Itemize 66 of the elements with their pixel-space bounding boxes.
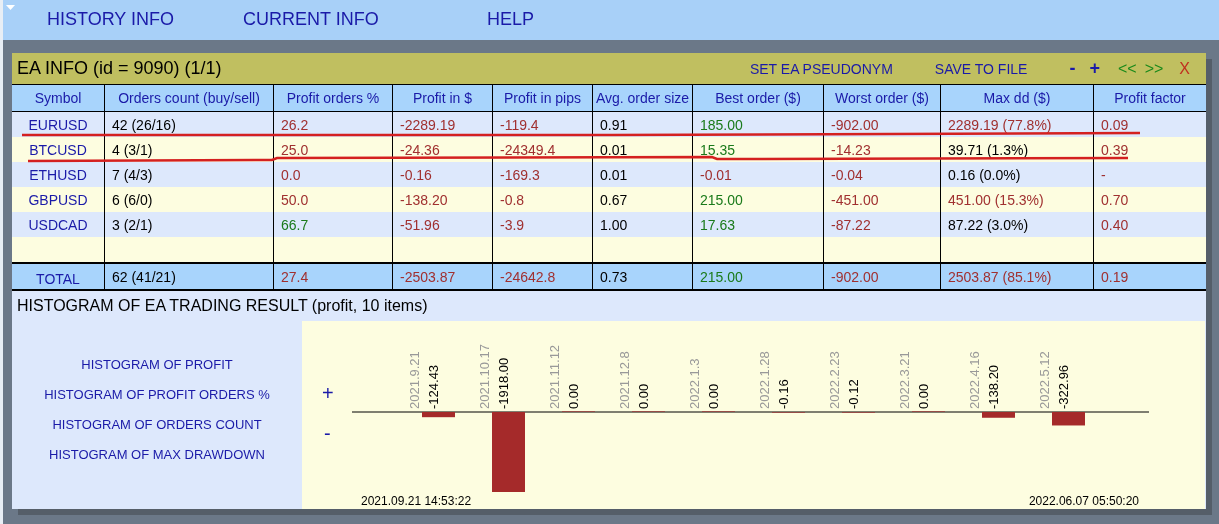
symbol-link[interactable]: ETHUSD: [12, 162, 104, 187]
symbol-link[interactable]: USDCAD: [12, 212, 104, 237]
date-label: 2022.4.16: [967, 351, 982, 409]
menu-item[interactable]: CURRENT INFO: [243, 9, 379, 30]
date-label: 2022.5.12: [1037, 351, 1052, 409]
triangle-icon[interactable]: [6, 5, 15, 10]
value-label: 0.00: [636, 383, 651, 409]
value-label: -0.12: [846, 379, 861, 409]
plus-sign: +: [322, 382, 334, 404]
zoom-button[interactable]: -: [1069, 58, 1076, 79]
column-header: Profit in $: [392, 85, 492, 111]
table-cell: 2503.87 (85.1%): [948, 268, 1052, 285]
date-label: 2022.2.23: [827, 351, 842, 409]
table-cell: -902.00: [831, 268, 879, 285]
symbol-link[interactable]: BTCUSD: [12, 137, 104, 162]
date-label: 2021.9.21: [407, 351, 422, 409]
value-label: 0.00: [706, 383, 721, 409]
value-label: -0.16: [776, 379, 791, 409]
column-header: Profit in pips: [492, 85, 592, 111]
column-header: Profit factor: [1093, 85, 1206, 111]
table-cell: 0.19: [1101, 268, 1129, 285]
histogram-link[interactable]: HISTOGRAM OF PROFIT ORDERS %: [44, 386, 270, 403]
date-label: 2021.12.8: [617, 351, 632, 409]
table-cell: 62 (41/21): [112, 268, 176, 285]
minus-sign: -: [324, 422, 331, 444]
start-time: 2021.09.21 14:53:22: [361, 494, 472, 508]
toolbar-link[interactable]: SET EA PSEUDONYM: [749, 60, 893, 77]
table-cell: -24642.8: [500, 268, 556, 285]
zoom-button[interactable]: +: [1089, 58, 1100, 79]
column-header: Best order ($): [692, 85, 823, 111]
date-label: 2022.3.21: [897, 351, 912, 409]
table-cell: 215.00: [700, 268, 743, 285]
menu-item[interactable]: HISTORY INFO: [47, 9, 175, 30]
column-header: Avg. order size: [592, 85, 692, 111]
date-label: 2022.1.3: [687, 358, 702, 409]
column-header: Profit orders %: [273, 85, 392, 111]
histogram-bar: [422, 412, 455, 418]
histogram-bar: [982, 412, 1015, 418]
value-label: 0.00: [916, 383, 931, 409]
table-cell: 0.73: [600, 268, 628, 285]
histogram-bar: [1052, 412, 1085, 426]
date-label: 2022.1.28: [757, 351, 772, 409]
histogram-link[interactable]: HISTOGRAM OF ORDERS COUNT: [52, 416, 262, 433]
histogram-link[interactable]: HISTOGRAM OF PROFIT: [81, 356, 233, 373]
table-cell: 27.4: [281, 268, 309, 285]
date-label: 2021.10.17: [477, 343, 492, 409]
end-time: 2022.06.07 05:50:20: [1028, 494, 1139, 508]
panel-title: EA INFO (id = 9090) (1/1): [17, 58, 222, 79]
histogram-link[interactable]: HISTOGRAM OF MAX DRAWDOWN: [49, 446, 265, 463]
column-header: Worst order ($): [823, 85, 940, 111]
table-cell: -2503.87: [400, 268, 456, 285]
value-label: -138.20: [986, 364, 1001, 409]
toolbar-link[interactable]: SAVE TO FILE: [934, 60, 1028, 77]
column-header: Orders count (buy/sell): [104, 85, 273, 111]
histogram-title: HISTOGRAM OF EA TRADING RESULT (profit, 10 items): [16, 296, 429, 316]
total-label: TOTAL: [36, 270, 80, 287]
value-label: -1918.00: [496, 357, 511, 409]
column-header: Symbol: [33, 89, 83, 108]
date-label: 2021.11.12: [547, 344, 562, 409]
symbol-link[interactable]: EURUSD: [12, 112, 104, 137]
value-label: 0.00: [566, 383, 581, 409]
column-header: Max dd ($): [940, 85, 1093, 111]
value-label: -124.43: [426, 364, 441, 409]
symbol-link[interactable]: GBPUSD: [12, 187, 104, 212]
menu-item[interactable]: HELP: [487, 9, 535, 30]
value-label: -322.96: [1056, 364, 1071, 409]
